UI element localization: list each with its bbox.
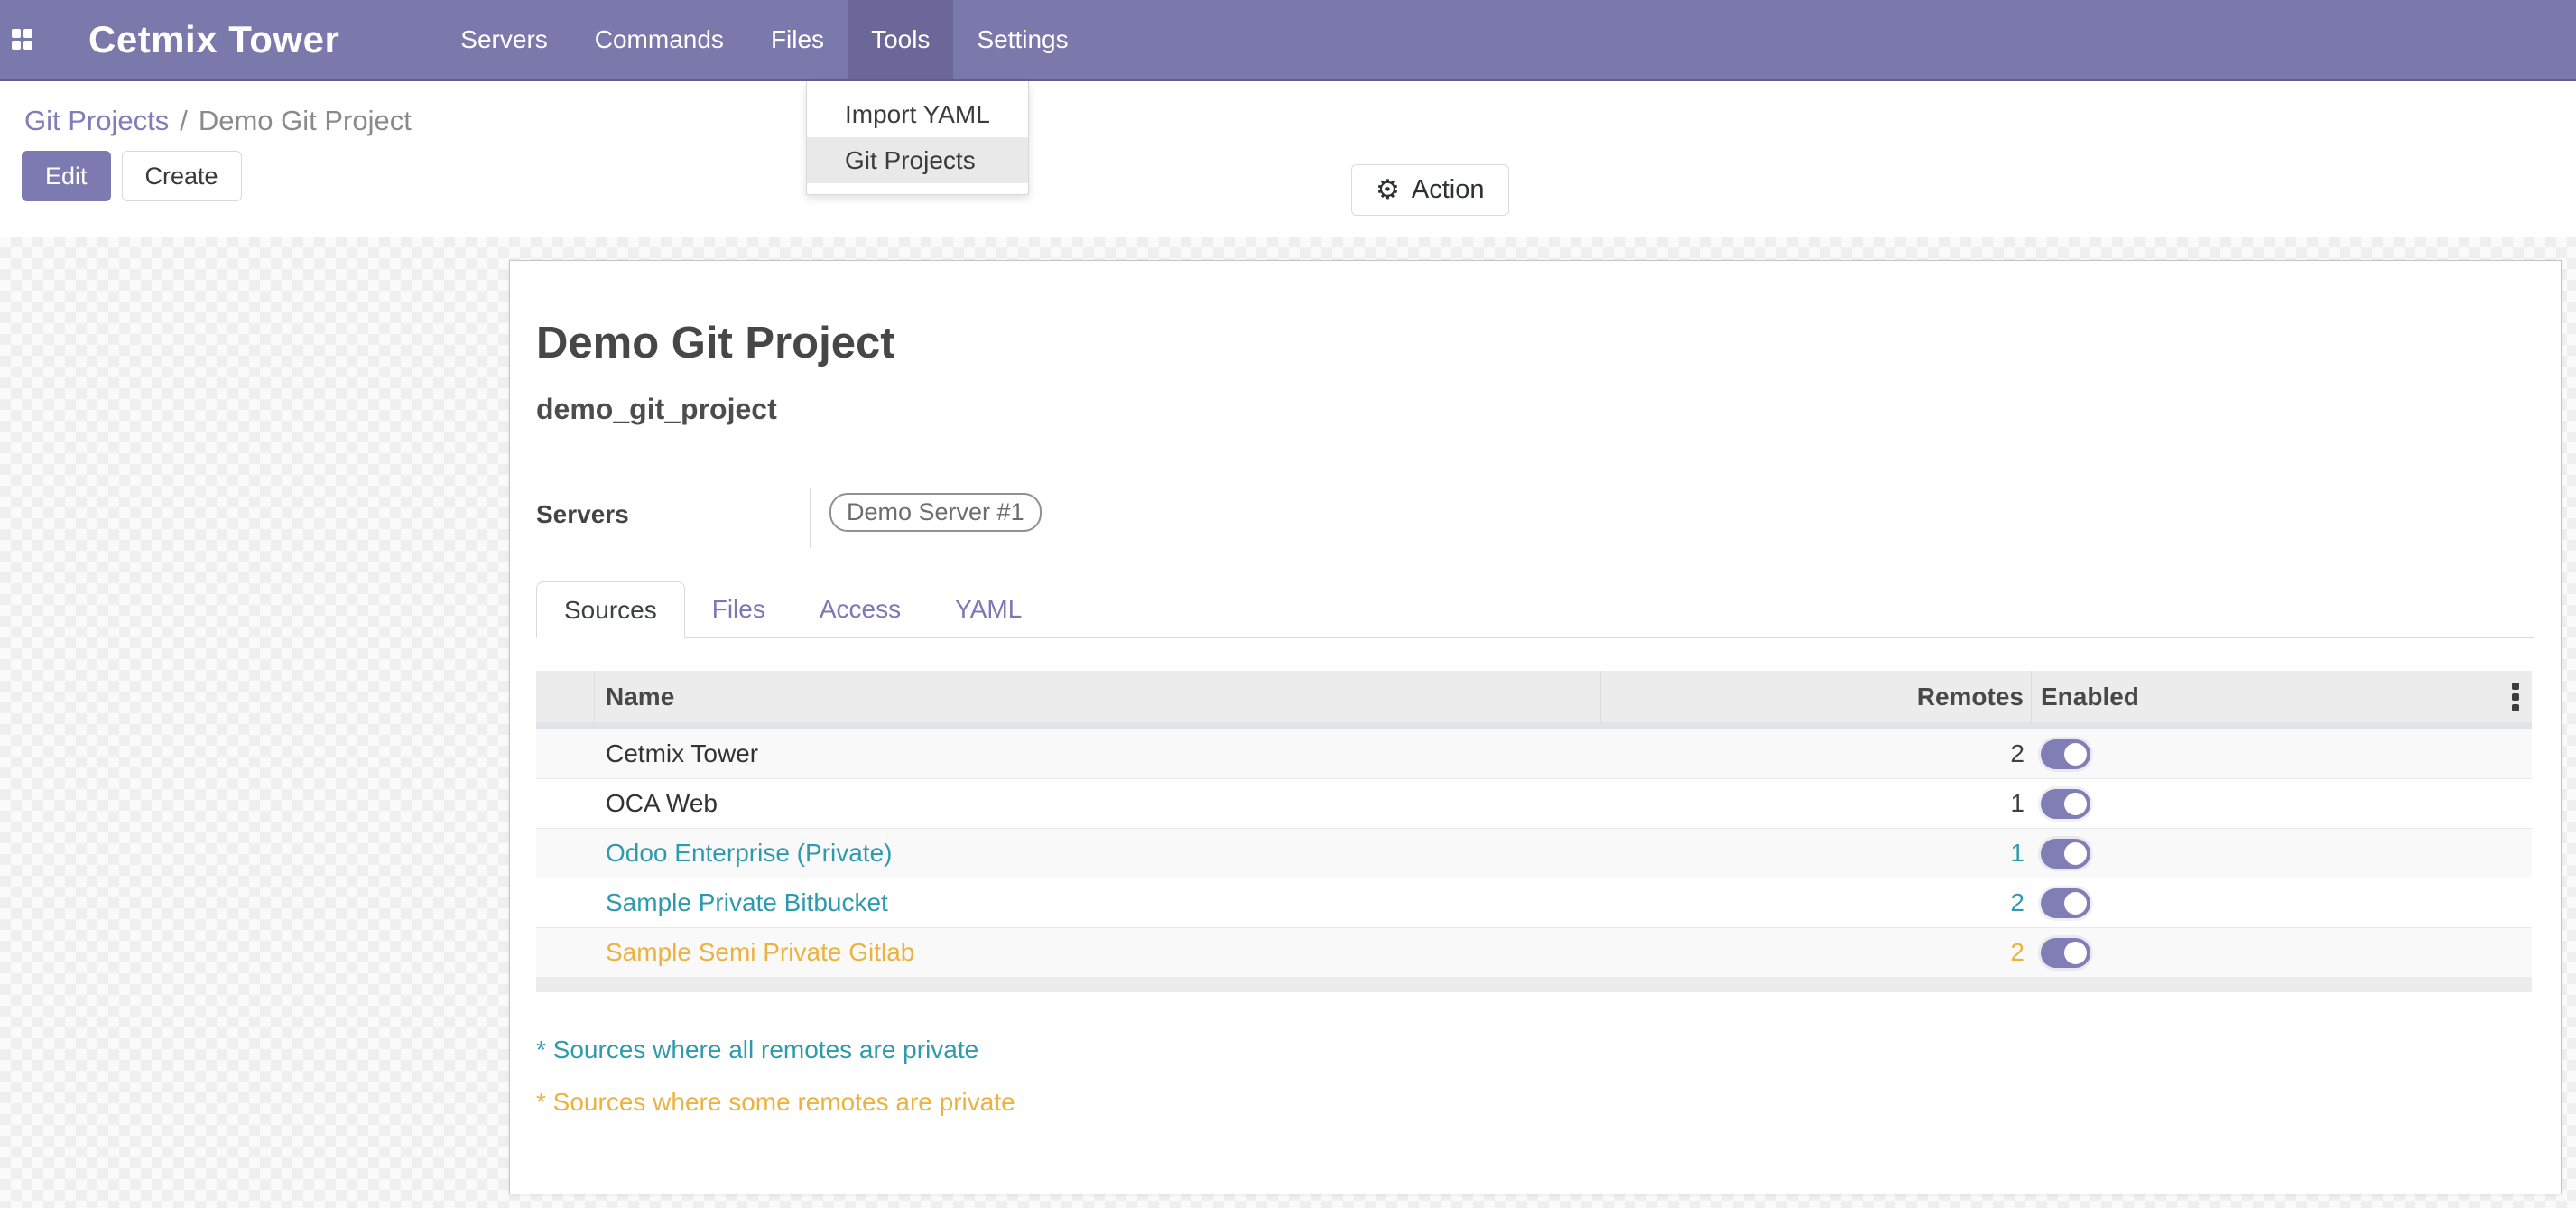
breadcrumb-current: Demo Git Project [199, 105, 412, 137]
tab-yaml[interactable]: YAML [928, 581, 1049, 637]
tab-sources[interactable]: Sources [536, 581, 685, 638]
menu-item-tools[interactable]: Tools [848, 0, 953, 79]
header-enabled[interactable]: Enabled [2032, 671, 2532, 722]
menu-item-files[interactable]: Files [747, 0, 848, 79]
legend-all-private: * Sources where all remotes are private [536, 1036, 2534, 1064]
optional-columns-icon[interactable] [2508, 679, 2523, 715]
gear-icon: ⚙ [1376, 177, 1400, 204]
servers-field-value: Demo Server #1 [810, 488, 1042, 548]
enabled-toggle[interactable] [2041, 739, 2090, 769]
action-button-label: Action [1412, 175, 1485, 205]
horizontal-scrollbar-track[interactable] [536, 978, 2532, 992]
source-name[interactable]: Sample Semi Private Gitlab [595, 938, 1601, 967]
source-remotes-count: 1 [1601, 839, 2032, 868]
tools-dropdown-menu: Import YAML Git Projects [806, 81, 1029, 195]
notebook-tabs: Sources Files Access YAML [536, 581, 2534, 638]
form-sheet: Demo Git Project demo_git_project Server… [509, 260, 2562, 1194]
source-name[interactable]: Odoo Enterprise (Private) [595, 839, 1601, 868]
menu-item-servers[interactable]: Servers [437, 0, 570, 79]
main-menu: Servers Commands Files Tools Settings [437, 0, 1091, 79]
breadcrumb-separator: / [180, 105, 188, 137]
table-row[interactable]: Odoo Enterprise (Private) 1 [536, 829, 2532, 878]
apps-menu-button[interactable] [0, 0, 45, 79]
source-remotes-count: 1 [1601, 789, 2032, 818]
record-title: Demo Git Project [536, 318, 2534, 368]
source-name[interactable]: Cetmix Tower [595, 739, 1601, 768]
table-legend: * Sources where all remotes are private … [536, 1036, 2534, 1117]
tab-files[interactable]: Files [685, 581, 792, 637]
table-row[interactable]: Cetmix Tower 2 [536, 729, 2532, 779]
header-selector-cell [536, 671, 595, 722]
dropdown-item-git-projects[interactable]: Git Projects [807, 137, 1028, 183]
header-remotes[interactable]: Remotes [1601, 671, 2032, 722]
enabled-toggle[interactable] [2041, 938, 2090, 968]
enabled-toggle[interactable] [2041, 789, 2090, 819]
source-remotes-count: 2 [1601, 938, 2032, 967]
table-header-row: Name Remotes Enabled [536, 671, 2532, 722]
content-background: Demo Git Project demo_git_project Server… [0, 237, 2576, 1208]
breadcrumb-parent-link[interactable]: Git Projects [24, 105, 169, 137]
dropdown-item-import-yaml[interactable]: Import YAML [807, 91, 1028, 137]
table-header-shadow [536, 722, 2532, 729]
create-button[interactable]: Create [122, 151, 242, 201]
table-row[interactable]: OCA Web 1 [536, 779, 2532, 829]
record-reference: demo_git_project [536, 393, 2534, 426]
breadcrumb: Git Projects / Demo Git Project [24, 81, 2576, 137]
table-row[interactable]: Sample Private Bitbucket 2 [536, 878, 2532, 928]
menu-item-commands[interactable]: Commands [571, 0, 747, 79]
tab-access[interactable]: Access [792, 581, 928, 637]
control-panel-buttons: Edit Create [22, 151, 2576, 201]
enabled-toggle[interactable] [2041, 839, 2090, 869]
source-name[interactable]: OCA Web [595, 789, 1601, 818]
menu-item-settings[interactable]: Settings [953, 0, 1091, 79]
top-navbar: Cetmix Tower Servers Commands Files Tool… [0, 0, 2576, 81]
servers-field-label: Servers [536, 488, 810, 548]
apps-grid-icon [12, 29, 32, 50]
app-title[interactable]: Cetmix Tower [45, 0, 357, 79]
edit-button[interactable]: Edit [22, 151, 111, 201]
control-panel: Git Projects / Demo Git Project Edit Cre… [0, 81, 2576, 237]
source-remotes-count: 2 [1601, 888, 2032, 917]
source-remotes-count: 2 [1601, 739, 2032, 768]
server-tag[interactable]: Demo Server #1 [829, 493, 1042, 532]
legend-some-private: * Sources where some remotes are private [536, 1088, 2534, 1117]
action-button[interactable]: ⚙ Action [1351, 164, 1509, 216]
table-row[interactable]: Sample Semi Private Gitlab 2 [536, 928, 2532, 978]
sources-table: Name Remotes Enabled Cetmix Tower 2 OCA … [536, 671, 2532, 992]
source-name[interactable]: Sample Private Bitbucket [595, 888, 1601, 917]
header-name[interactable]: Name [595, 671, 1601, 722]
servers-field-row: Servers Demo Server #1 [536, 488, 2534, 548]
enabled-toggle[interactable] [2041, 888, 2090, 918]
